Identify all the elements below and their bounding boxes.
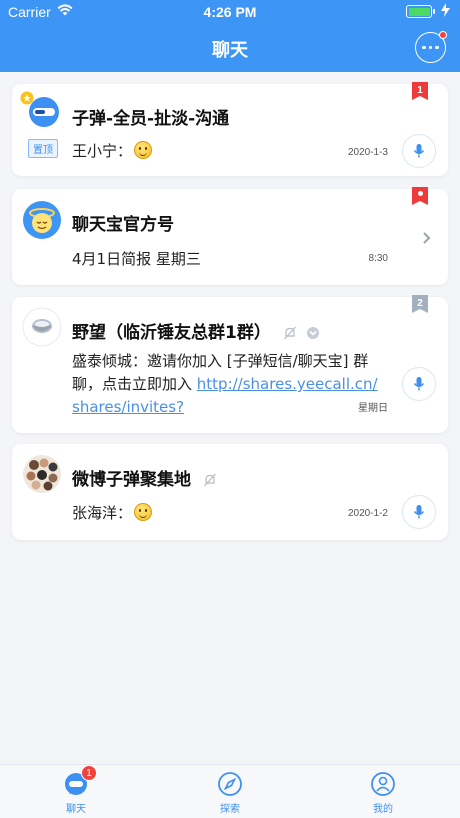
chat-preview: 盛泰倾城：邀请你加入 [子弹短信/聊天宝] 群 聊，点击立即加入 http://… [72,350,378,419]
pinned-tag: 置顶 [28,139,58,158]
mute-icon [283,326,296,340]
tab-explore[interactable]: 探索 [200,771,260,815]
charging-icon [441,3,450,17]
chat-preview: 4月1日简报 星期三 [72,250,201,268]
chat-time: 2020-1-3 [347,147,388,158]
chat-time: 8:30 [368,253,388,264]
battery-icon [406,5,435,18]
chat-preview: 王小宁： [72,140,153,161]
chat-time: 星期日 [358,403,388,414]
tab-bar: 1 聊天 探索 我的 [0,764,460,818]
chat-title: 微博子弹聚集地 [72,465,217,490]
microphone-icon [413,377,425,391]
tab-label: 我的 [373,804,393,815]
chat-item[interactable]: 微博子弹聚集地 张海洋： 2020-1-2 [12,444,448,540]
preview-line: 聊，点击立即加入 [72,375,197,393]
star-badge-icon [20,91,34,105]
notification-dot [439,31,447,39]
tab-label: 聊天 [66,804,86,815]
unread-dot-badge [412,187,428,205]
microphone-icon [413,144,425,158]
chat-item[interactable]: 聊天宝官方号 4月1日简报 星期三 8:30 [12,187,448,285]
unread-badge: 2 [412,295,428,313]
thinking-emoji-icon [134,503,153,521]
clock: 4:26 PM [203,4,257,20]
tab-me[interactable]: 我的 [353,771,413,815]
chat-preview: 张海洋： [72,502,153,523]
chat-time: 2020-1-2 [347,508,388,519]
voice-button[interactable] [402,367,436,401]
chat-tab-badge: 1 [81,765,97,781]
chat-item[interactable]: 野望（临沂锤友总群1群） 盛泰倾城：邀请你加入 [子弹短信/聊天宝] 群 聊，点… [12,295,448,433]
unread-badge: 1 [412,82,428,100]
dropdown-icon[interactable] [306,326,320,340]
sender-name: 张海洋： [72,504,133,522]
chat-title: 野望（临沂锤友总群1群） [72,318,320,343]
mute-icon [203,473,216,487]
tab-chat[interactable]: 1 聊天 [46,765,106,815]
smile-emoji-icon [134,141,153,159]
top-bar: Carrier 4:26 PM 聊天 [0,0,460,72]
chat-item[interactable]: 子弹-全员-扯淡-沟通 置顶 王小宁： 2020-1-3 1 [12,82,448,176]
more-options-button[interactable] [415,31,447,63]
chevron-right-icon[interactable] [422,231,432,245]
chatbao-official-avatar [23,201,61,239]
status-bar: Carrier 4:26 PM [0,0,460,24]
profile-icon [371,772,395,796]
voice-button[interactable] [402,495,436,529]
tab-label: 探索 [220,804,240,815]
invite-link-continued[interactable]: shares/invites? [72,398,184,416]
chat-title: 聊天宝官方号 [72,215,174,235]
preview-line: 盛泰倾城：邀请你加入 [子弹短信/聊天宝] 群 [72,352,369,370]
group-avatar [22,307,62,347]
page-title: 聊天 [212,40,248,61]
group-mosaic-avatar [23,455,61,493]
compass-icon [218,772,242,796]
chat-title: 子弹-全员-扯淡-沟通 [72,109,230,129]
sender-name: 王小宁： [72,142,133,160]
voice-button[interactable] [402,134,436,168]
microphone-icon [413,505,425,519]
invite-link[interactable]: http://shares.yeecall.cn/ [197,375,378,393]
